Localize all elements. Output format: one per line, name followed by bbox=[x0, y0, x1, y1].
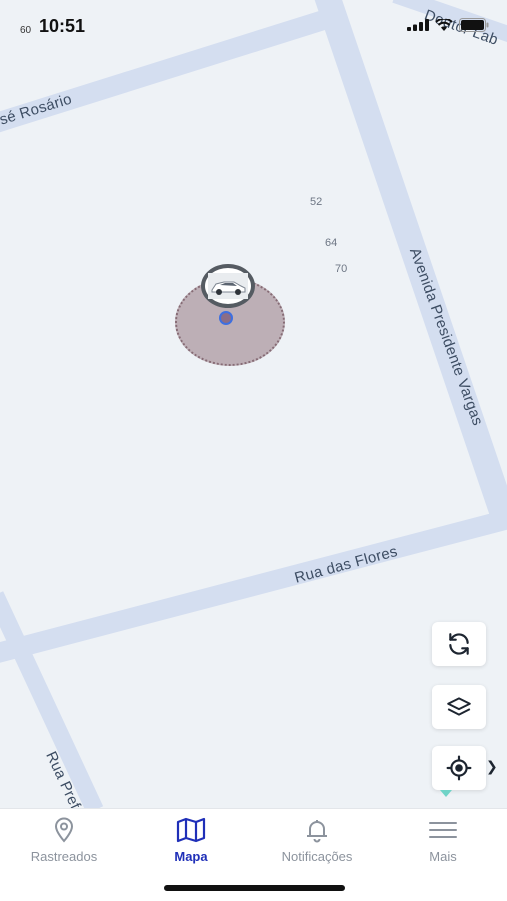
address-number: 70 bbox=[335, 263, 348, 275]
status-bar: 60 10:51 bbox=[0, 0, 507, 50]
layers-icon bbox=[447, 697, 471, 716]
locate-button[interactable] bbox=[432, 746, 486, 790]
tab-mapa[interactable]: Mapa bbox=[128, 817, 254, 864]
tab-label: Mapa bbox=[174, 849, 208, 864]
bell-icon bbox=[307, 820, 327, 843]
wifi-icon bbox=[435, 18, 453, 31]
chevron-right-icon: ❯ bbox=[486, 758, 498, 774]
map-view[interactable]: Doutor Lab sé Rosário Avenida Presidente… bbox=[0, 0, 507, 808]
refresh-icon bbox=[449, 633, 469, 655]
home-indicator bbox=[164, 885, 345, 891]
refresh-button[interactable] bbox=[432, 622, 486, 666]
signal-icon bbox=[407, 19, 429, 31]
map-icon bbox=[176, 817, 206, 843]
battery-icon bbox=[459, 18, 489, 32]
vehicle-marker[interactable] bbox=[201, 264, 255, 308]
address-number: 64 bbox=[325, 237, 338, 249]
tab-label: Rastreados bbox=[30, 849, 98, 864]
car-icon bbox=[208, 273, 248, 299]
current-location-dot bbox=[219, 311, 233, 325]
status-icons bbox=[407, 18, 489, 32]
pin-icon bbox=[54, 817, 74, 843]
compass-indicator bbox=[440, 790, 452, 797]
locate-icon bbox=[446, 755, 472, 781]
address-number: 52 bbox=[310, 196, 323, 208]
tab-label: Mais bbox=[429, 849, 457, 864]
layers-button[interactable] bbox=[432, 685, 486, 729]
tab-notificacoes[interactable]: Notificações bbox=[254, 817, 380, 864]
road-flores bbox=[0, 509, 507, 663]
status-small-text: 60 bbox=[20, 25, 32, 36]
menu-icon bbox=[429, 822, 457, 838]
tab-mais[interactable]: Mais bbox=[380, 817, 506, 864]
tab-label: Notificações bbox=[281, 849, 353, 864]
road-network bbox=[0, 0, 507, 808]
status-time: 10:51 bbox=[39, 16, 86, 36]
tab-rastreados[interactable]: Rastreados bbox=[1, 817, 127, 864]
